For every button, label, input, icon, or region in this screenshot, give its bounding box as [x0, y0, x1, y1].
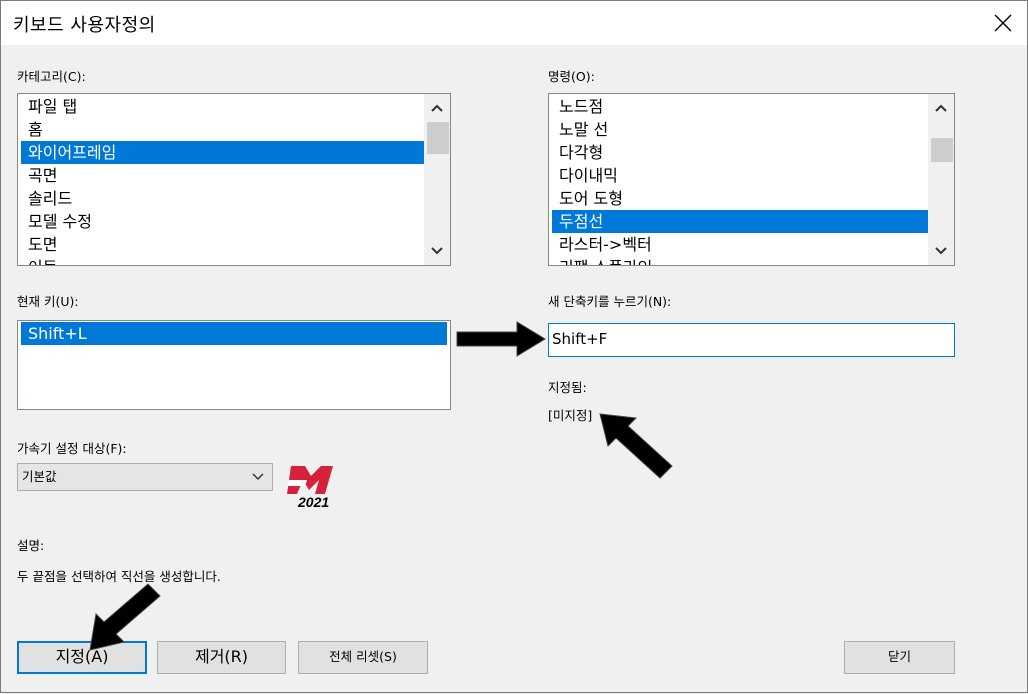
annotation-arrow-down-left-icon [89, 583, 161, 651]
annotation-arrow-up-left-icon [599, 413, 673, 479]
scroll-up-arrow[interactable] [928, 98, 954, 118]
list-item[interactable]: 도어 도형 [552, 187, 928, 210]
close-window-button[interactable] [981, 5, 1025, 41]
list-item[interactable]: 다이내믹 [552, 164, 928, 187]
category-label: 카테고리(C): [17, 69, 86, 84]
list-item[interactable]: 곡면 [21, 164, 424, 187]
window-title: 키보드 사용자정의 [13, 15, 156, 36]
list-item[interactable]: Shift+L [21, 322, 447, 345]
remove-button[interactable]: 제거(R) [157, 641, 286, 674]
chevron-down-icon [431, 247, 443, 255]
command-items: 노드점노말 선다각형다이내믹도어 도형두점선라스터->벡터리팩 스플라인 [552, 95, 928, 265]
new-shortcut-label: 새 단축키를 누르기(N): [548, 294, 672, 309]
list-item[interactable]: 다각형 [552, 141, 928, 164]
close-button[interactable]: 닫기 [844, 641, 955, 674]
list-item[interactable]: 노드점 [552, 95, 928, 118]
accelerator-value: 기본값 [22, 469, 57, 484]
command-scrollbar[interactable] [928, 94, 954, 265]
list-item[interactable]: 이동 [21, 256, 424, 265]
category-scrollbar[interactable] [424, 94, 450, 265]
category-items: 파일 탭홈와이어프레임곡면솔리드모델 수정도면이동 [21, 95, 424, 265]
list-item[interactable]: 라스터->벡터 [552, 233, 928, 256]
current-key-label: 현재 키(U): [17, 294, 79, 309]
current-key-items: Shift+L [21, 322, 447, 345]
list-item[interactable]: 노말 선 [552, 118, 928, 141]
list-item[interactable]: 모델 수정 [21, 210, 424, 233]
list-item[interactable]: 솔리드 [21, 187, 424, 210]
assigned-value: [미지정] [548, 408, 593, 423]
scroll-down-arrow[interactable] [424, 241, 450, 261]
chevron-down-icon [252, 464, 264, 499]
accelerator-label: 가속기 설정 대상(F): [17, 441, 127, 456]
accelerator-dropdown[interactable]: 기본값 [17, 463, 273, 491]
list-item[interactable]: 도면 [21, 233, 424, 256]
scroll-down-arrow[interactable] [928, 241, 954, 261]
logo-year: 2021 [298, 494, 330, 510]
description-label: 설명: [17, 538, 45, 553]
close-icon [994, 14, 1012, 32]
assigned-label: 지정됨: [548, 380, 587, 395]
list-item[interactable]: 홈 [21, 118, 424, 141]
list-item[interactable]: 두점선 [552, 210, 928, 233]
chevron-up-icon [431, 104, 443, 112]
scroll-up-arrow[interactable] [424, 98, 450, 118]
reset-all-button[interactable]: 전체 리셋(S) [298, 641, 428, 674]
mastercam-logo: 2021 [285, 462, 337, 514]
category-listbox[interactable]: 파일 탭홈와이어프레임곡면솔리드모델 수정도면이동 [17, 93, 451, 266]
current-key-listbox[interactable]: Shift+L [17, 320, 451, 410]
new-shortcut-input[interactable]: Shift+F [548, 323, 955, 357]
title-bar: 키보드 사용자정의 [0, 0, 1028, 45]
list-item[interactable]: 와이어프레임 [21, 141, 424, 164]
command-label: 명령(O): [548, 69, 595, 84]
annotation-arrow-right-icon [456, 321, 546, 357]
list-item[interactable]: 파일 탭 [21, 95, 424, 118]
scroll-thumb[interactable] [427, 122, 449, 154]
chevron-down-icon [935, 247, 947, 255]
scroll-thumb[interactable] [931, 138, 953, 162]
list-item[interactable]: 리팩 스플라인 [552, 256, 928, 265]
command-listbox[interactable]: 노드점노말 선다각형다이내믹도어 도형두점선라스터->벡터리팩 스플라인 [548, 93, 955, 266]
logo-mark-icon [287, 466, 333, 494]
chevron-up-icon [935, 104, 947, 112]
